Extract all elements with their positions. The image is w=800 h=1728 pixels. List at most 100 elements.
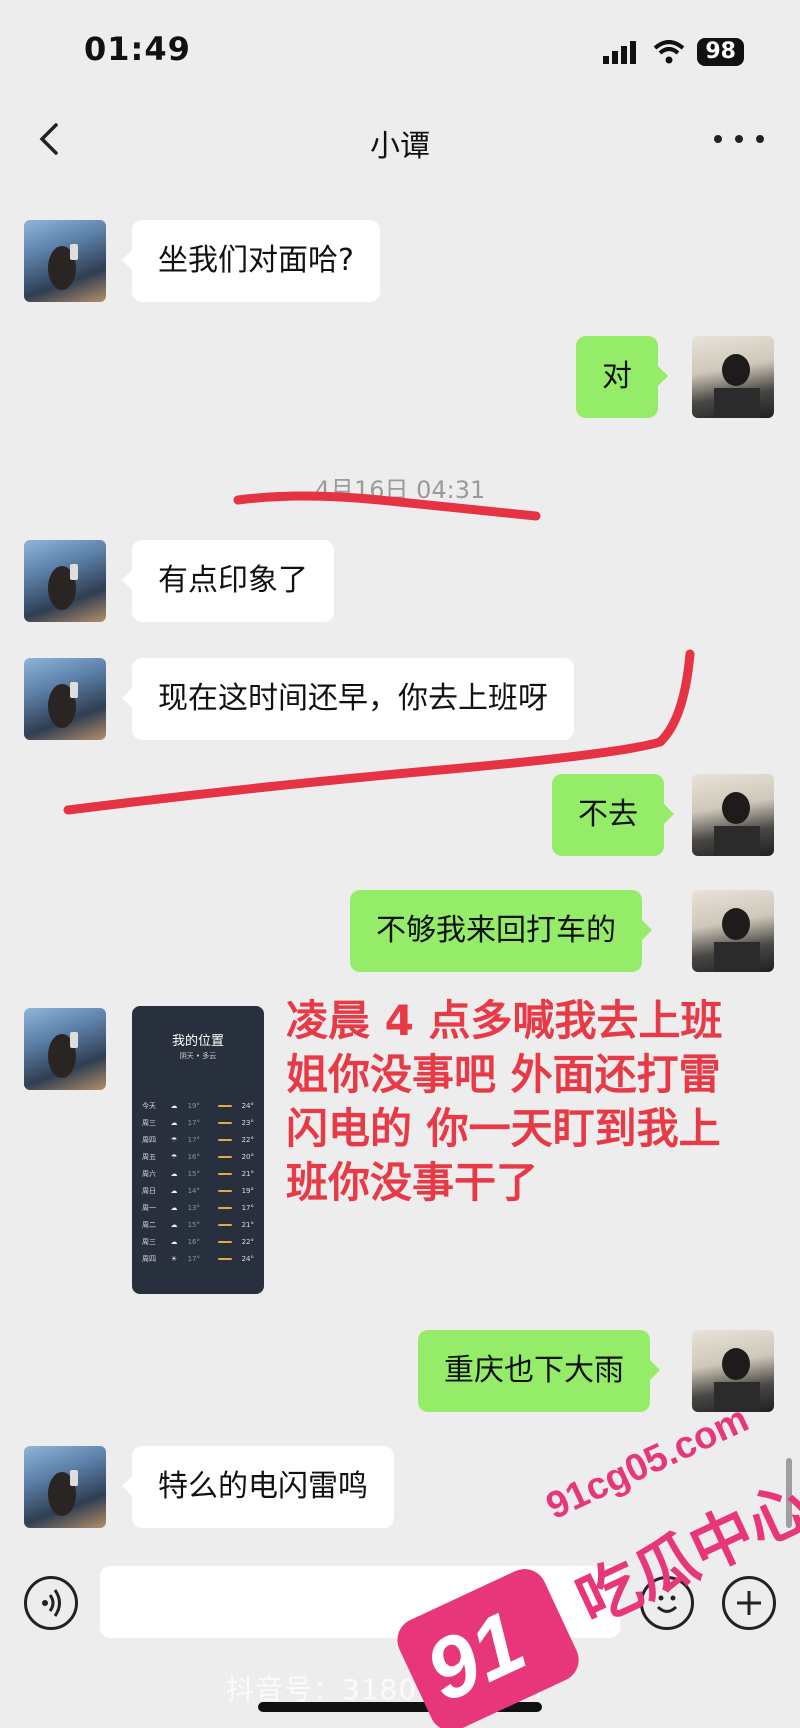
weather-temp-bar [218,1223,232,1226]
weather-temp-bar [218,1172,232,1175]
contact-avatar[interactable] [24,1446,106,1528]
weather-high-temp: 21° [241,1169,254,1178]
contact-avatar[interactable] [24,540,106,622]
weather-condition-icon: ☂ [170,1135,178,1144]
weather-low-temp: 17° [187,1254,200,1263]
weather-day: 周四 [142,1135,156,1144]
message-timestamp: 4月16日 04:31 [314,476,486,504]
weather-row: 周四 ☂ 17° 22° [132,1131,264,1148]
weather-day: 周四 [142,1254,156,1263]
weather-low-temp: 16° [187,1152,200,1161]
message-bubble-received[interactable]: 坐我们对面哈? [122,220,380,302]
weather-temp-bar [218,1138,232,1141]
weather-temp-bar [218,1104,232,1107]
weather-temp-bar [218,1206,232,1209]
weather-low-temp: 16° [187,1237,200,1246]
avatar-photo-icon [48,564,78,610]
weather-row: 周五 ☂ 16° 20° [132,1148,264,1165]
message-bubble-received[interactable]: 现在这时间还早，你去上班呀 [122,658,574,740]
site-watermark: 91 91cg05.com 吃瓜中心 [390,1398,800,1728]
message-bubble-received[interactable]: 有点印象了 [122,540,334,622]
weather-low-temp: 15° [187,1169,200,1178]
weather-row: 今天 ☁ 19° 24° [132,1097,264,1114]
weather-low-temp: 17° [187,1118,200,1127]
more-dot-icon [735,135,743,143]
weather-high-temp: 24° [241,1101,254,1110]
avatar-photo-icon [714,792,760,856]
wifi-icon [654,40,685,64]
weather-temp-bar [218,1155,232,1158]
more-options-button[interactable] [714,119,764,159]
signal-icon [603,41,637,64]
annotation-line: 姐你没事吧 外面还打雷 [286,1050,721,1099]
weather-condition-icon: ☁ [170,1203,178,1212]
more-dot-icon [714,135,722,143]
watermark-logo-badge: 91 [390,1561,586,1728]
weather-condition-icon: ☁ [170,1220,178,1229]
weather-day: 周二 [142,1220,156,1229]
weather-day: 周三 [142,1118,156,1127]
more-dot-icon [756,135,764,143]
self-avatar[interactable] [692,890,774,972]
voice-icon [42,1589,61,1617]
battery-badge: 98 [697,38,744,66]
weather-day: 今天 [142,1101,156,1110]
contact-avatar[interactable] [24,220,106,302]
weather-condition-icon: ☁ [170,1237,178,1246]
weather-day: 周日 [142,1186,156,1195]
weather-condition-icon: ☁ [170,1118,178,1127]
weather-low-temp: 17° [187,1135,200,1144]
message-bubble-sent[interactable]: 不够我来回打车的 [350,890,652,972]
weather-row: 周一 ☁ 13° 17° [132,1199,264,1216]
weather-temp-bar [218,1121,232,1124]
weather-row: 周三 ☁ 16° 22° [132,1233,264,1250]
weather-day: 周五 [142,1152,156,1161]
weather-day: 周一 [142,1203,156,1212]
weather-high-temp: 22° [241,1237,254,1246]
weather-high-temp: 23° [241,1118,254,1127]
weather-high-temp: 20° [241,1152,254,1161]
weather-row: 周二 ☁ 15° 21° [132,1216,264,1233]
weather-day: 周六 [142,1169,156,1178]
weather-day: 周三 [142,1237,156,1246]
self-avatar[interactable] [692,774,774,856]
weather-temp-bar [218,1240,232,1243]
contact-avatar[interactable] [24,1008,106,1090]
self-avatar[interactable] [692,336,774,418]
status-time: 01:49 [84,30,191,68]
weather-screenshot-image[interactable]: 我的位置 阴天 • 多云 今天 ☁ 19° 24° 周三 ☁ 17° 23° 周四 ☂ 17° 22°… [132,1006,264,1294]
weather-temp-bar [218,1189,232,1192]
weather-condition-icon: ☁ [170,1101,178,1110]
avatar-photo-icon [48,682,78,728]
message-bubble-received[interactable]: 特么的电闪雷鸣 [122,1446,394,1528]
weather-condition-icon: ☁ [170,1186,178,1195]
message-bubble-sent[interactable]: 重庆也下大雨 [418,1330,660,1412]
weather-temp-bar [218,1257,232,1260]
message-bubble-sent[interactable]: 对 [576,336,668,418]
contact-avatar[interactable] [24,658,106,740]
avatar-photo-icon [48,244,78,290]
message-bubble-sent[interactable]: 不去 [552,774,674,856]
weather-condition-icon: ☀ [170,1254,178,1263]
annotation-line: 闪电的 你一天盯到我上 [286,1104,721,1153]
weather-row: 周六 ☁ 15° 21° [132,1165,264,1182]
voice-input-button[interactable] [24,1576,78,1630]
avatar-photo-icon [714,908,760,972]
weather-high-temp: 17° [241,1203,254,1212]
avatar-photo-icon [48,1032,78,1078]
nav-bar: 小谭 [0,105,800,177]
weather-low-temp: 15° [187,1220,200,1229]
weather-condition-icon: ☂ [170,1152,178,1161]
weather-low-temp: 13° [187,1203,200,1212]
red-annotation: 凌晨 4 点多喊我去上班 姐你没事吧 外面还打雷 闪电的 你一天盯到我上 班你没… [286,994,766,1210]
annotation-line: 班你没事干了 [286,1158,539,1207]
weather-high-temp: 22° [241,1135,254,1144]
avatar-photo-icon [714,354,760,418]
weather-row: 周三 ☁ 17° 23° [132,1114,264,1131]
annotation-line: 凌晨 4 点多喊我去上班 [286,996,723,1045]
chat-title: 小谭 [370,129,430,164]
watermark-number: 91 [411,1593,540,1721]
weather-condition-icon: ☁ [170,1169,178,1178]
weather-location-title: 我的位置 [171,1034,224,1049]
weather-low-temp: 14° [187,1186,200,1195]
